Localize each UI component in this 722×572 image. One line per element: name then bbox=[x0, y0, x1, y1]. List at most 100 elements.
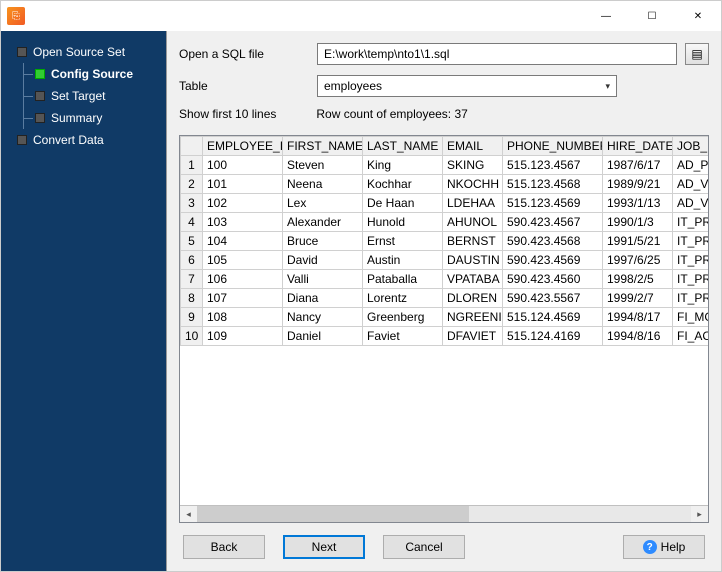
cell[interactable]: 1999/2/7 bbox=[603, 289, 673, 308]
column-header[interactable]: JOB_ID bbox=[673, 137, 710, 156]
cell[interactable]: Nancy bbox=[283, 308, 363, 327]
cell[interactable]: 101 bbox=[203, 175, 283, 194]
cell[interactable]: Kochhar bbox=[363, 175, 443, 194]
cell[interactable]: DLOREN bbox=[443, 289, 503, 308]
cell[interactable]: Diana bbox=[283, 289, 363, 308]
cell[interactable]: 1998/2/5 bbox=[603, 270, 673, 289]
cell[interactable]: 515.123.4567 bbox=[503, 156, 603, 175]
cell[interactable]: 515.123.4569 bbox=[503, 194, 603, 213]
cell[interactable]: 1990/1/3 bbox=[603, 213, 673, 232]
cell[interactable]: Ernst bbox=[363, 232, 443, 251]
cell[interactable]: FI_MGR bbox=[673, 308, 710, 327]
horizontal-scrollbar[interactable]: ◂ ▸ bbox=[180, 505, 708, 522]
cell[interactable]: Valli bbox=[283, 270, 363, 289]
cell[interactable]: IT_PROG bbox=[673, 232, 710, 251]
close-button[interactable]: ✕ bbox=[675, 1, 721, 31]
column-header[interactable]: HIRE_DATE bbox=[603, 137, 673, 156]
table-row[interactable]: 6105DavidAustinDAUSTIN590.423.45691997/6… bbox=[181, 251, 710, 270]
cell[interactable]: Hunold bbox=[363, 213, 443, 232]
cell[interactable]: IT_PROG bbox=[673, 213, 710, 232]
cell[interactable]: 104 bbox=[203, 232, 283, 251]
maximize-button[interactable]: ☐ bbox=[629, 1, 675, 31]
cell[interactable]: 107 bbox=[203, 289, 283, 308]
cell[interactable]: NGREENI bbox=[443, 308, 503, 327]
back-button[interactable]: Back bbox=[183, 535, 265, 559]
cell[interactable]: 590.423.4569 bbox=[503, 251, 603, 270]
cell[interactable]: King bbox=[363, 156, 443, 175]
cell[interactable]: Pataballa bbox=[363, 270, 443, 289]
table-row[interactable]: 2101NeenaKochharNKOCHH515.123.45681989/9… bbox=[181, 175, 710, 194]
cell[interactable]: 1994/8/16 bbox=[603, 327, 673, 346]
scroll-right-arrow-icon[interactable]: ▸ bbox=[691, 506, 708, 523]
cell[interactable]: Lex bbox=[283, 194, 363, 213]
cell[interactable]: 1991/5/21 bbox=[603, 232, 673, 251]
column-header[interactable]: FIRST_NAME bbox=[283, 137, 363, 156]
sidebar-item-config-source[interactable]: Config Source bbox=[1, 63, 166, 85]
table-row[interactable]: 1100StevenKingSKING515.123.45671987/6/17… bbox=[181, 156, 710, 175]
cell[interactable]: 100 bbox=[203, 156, 283, 175]
table-row[interactable]: 4103AlexanderHunoldAHUNOL590.423.4567199… bbox=[181, 213, 710, 232]
sql-path-input[interactable] bbox=[317, 43, 677, 65]
cell[interactable]: 105 bbox=[203, 251, 283, 270]
table-row[interactable]: 5104BruceErnstBERNST590.423.45681991/5/2… bbox=[181, 232, 710, 251]
table-row[interactable]: 3102LexDe HaanLDEHAA515.123.45691993/1/1… bbox=[181, 194, 710, 213]
cancel-button[interactable]: Cancel bbox=[383, 535, 465, 559]
table-row[interactable]: 9108NancyGreenbergNGREENI515.124.4569199… bbox=[181, 308, 710, 327]
row-number-header[interactable] bbox=[181, 137, 203, 156]
cell[interactable]: AHUNOL bbox=[443, 213, 503, 232]
sidebar-item-convert-data[interactable]: Convert Data bbox=[1, 129, 166, 151]
cell[interactable]: BERNST bbox=[443, 232, 503, 251]
cell[interactable]: VPATABA bbox=[443, 270, 503, 289]
cell[interactable]: 515.124.4169 bbox=[503, 327, 603, 346]
cell[interactable]: Faviet bbox=[363, 327, 443, 346]
cell[interactable]: AD_PRE bbox=[673, 156, 710, 175]
cell[interactable]: Greenberg bbox=[363, 308, 443, 327]
sidebar-item-open-source-set[interactable]: Open Source Set bbox=[1, 41, 166, 63]
cell[interactable]: Alexander bbox=[283, 213, 363, 232]
cell[interactable]: FI_ACCO bbox=[673, 327, 710, 346]
column-header[interactable]: EMAIL bbox=[443, 137, 503, 156]
cell[interactable]: AD_VP bbox=[673, 194, 710, 213]
cell[interactable]: Bruce bbox=[283, 232, 363, 251]
cell[interactable]: 590.423.4567 bbox=[503, 213, 603, 232]
cell[interactable]: Daniel bbox=[283, 327, 363, 346]
cell[interactable]: Lorentz bbox=[363, 289, 443, 308]
sidebar-item-summary[interactable]: Summary bbox=[1, 107, 166, 129]
cell[interactable]: IT_PROG bbox=[673, 289, 710, 308]
scrollbar-thumb[interactable] bbox=[197, 506, 469, 523]
cell[interactable]: 515.124.4569 bbox=[503, 308, 603, 327]
cell[interactable]: LDEHAA bbox=[443, 194, 503, 213]
cell[interactable]: 1989/9/21 bbox=[603, 175, 673, 194]
cell[interactable]: DFAVIET bbox=[443, 327, 503, 346]
cell[interactable]: Neena bbox=[283, 175, 363, 194]
cell[interactable]: 102 bbox=[203, 194, 283, 213]
cell[interactable]: De Haan bbox=[363, 194, 443, 213]
cell[interactable]: DAUSTIN bbox=[443, 251, 503, 270]
scroll-left-arrow-icon[interactable]: ◂ bbox=[180, 506, 197, 523]
cell[interactable]: Steven bbox=[283, 156, 363, 175]
cell[interactable]: Austin bbox=[363, 251, 443, 270]
scrollbar-track[interactable] bbox=[197, 506, 691, 523]
browse-button[interactable]: ▤ bbox=[685, 43, 709, 65]
table-row[interactable]: 8107DianaLorentzDLOREN590.423.55671999/2… bbox=[181, 289, 710, 308]
help-button[interactable]: ? Help bbox=[623, 535, 705, 559]
column-header[interactable]: EMPLOYEE_ID bbox=[203, 137, 283, 156]
cell[interactable]: 108 bbox=[203, 308, 283, 327]
cell[interactable]: 590.423.4568 bbox=[503, 232, 603, 251]
cell[interactable]: 106 bbox=[203, 270, 283, 289]
cell[interactable]: 1994/8/17 bbox=[603, 308, 673, 327]
cell[interactable]: 590.423.5567 bbox=[503, 289, 603, 308]
next-button[interactable]: Next bbox=[283, 535, 365, 559]
cell[interactable]: 515.123.4568 bbox=[503, 175, 603, 194]
cell[interactable]: SKING bbox=[443, 156, 503, 175]
cell[interactable]: 1997/6/25 bbox=[603, 251, 673, 270]
cell[interactable]: 109 bbox=[203, 327, 283, 346]
data-grid[interactable]: EMPLOYEE_IDFIRST_NAMELAST_NAMEEMAILPHONE… bbox=[179, 135, 709, 523]
cell[interactable]: 590.423.4560 bbox=[503, 270, 603, 289]
cell[interactable]: IT_PROG bbox=[673, 270, 710, 289]
table-row[interactable]: 7106ValliPataballaVPATABA590.423.4560199… bbox=[181, 270, 710, 289]
cell[interactable]: NKOCHH bbox=[443, 175, 503, 194]
cell[interactable]: David bbox=[283, 251, 363, 270]
cell[interactable]: 1987/6/17 bbox=[603, 156, 673, 175]
column-header[interactable]: LAST_NAME bbox=[363, 137, 443, 156]
